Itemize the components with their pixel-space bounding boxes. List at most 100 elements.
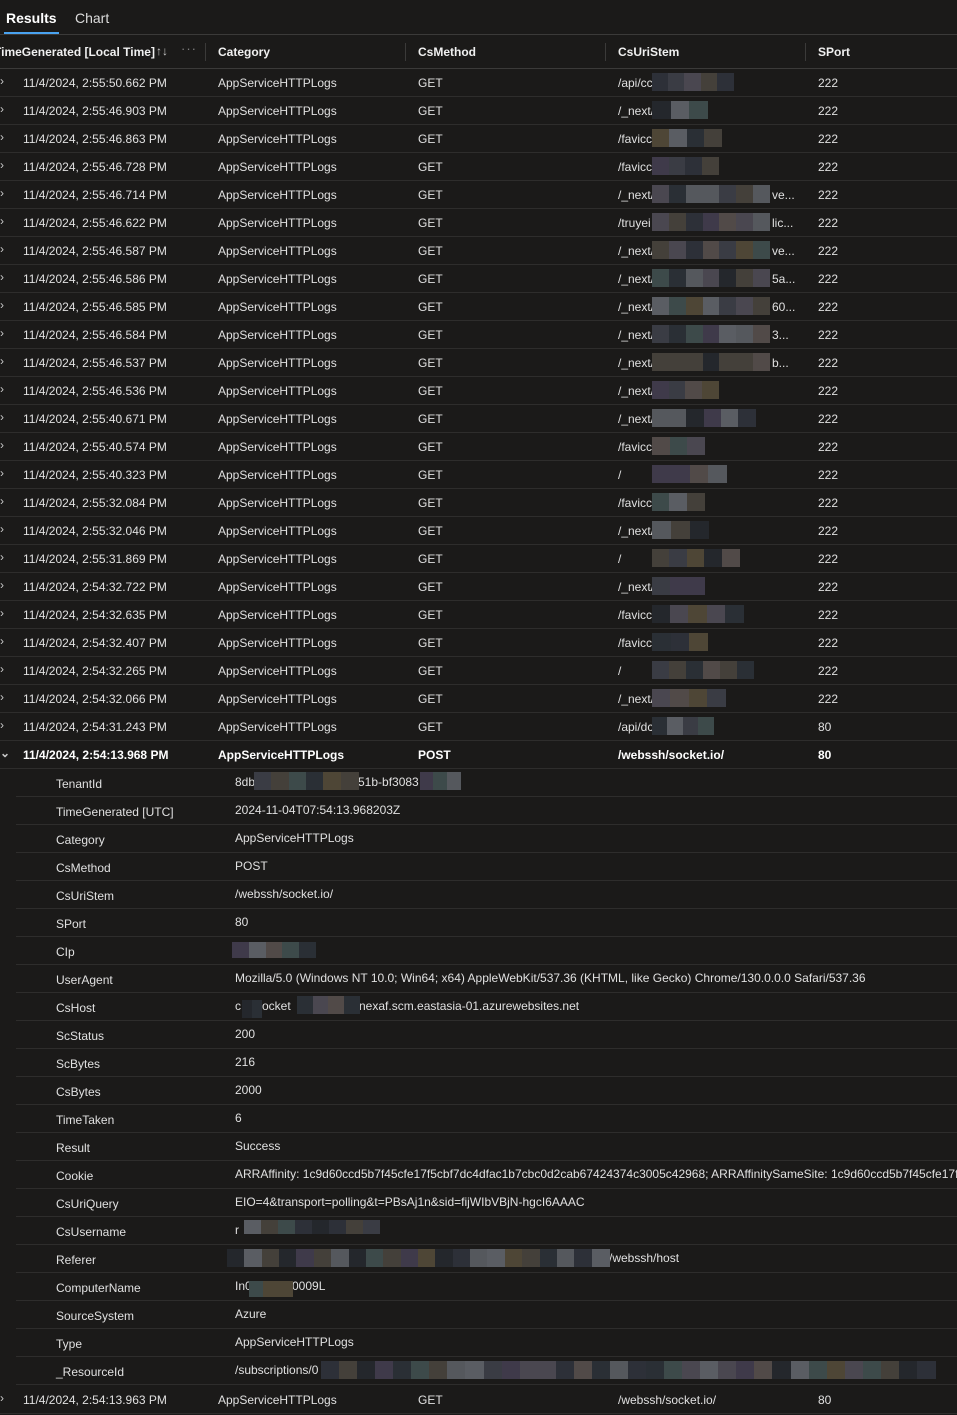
sort-arrows-icon[interactable]: ↑↓ (156, 44, 168, 58)
table-row[interactable]: › 11/4/2024, 2:54:32.407 PM AppServiceHTTP… (0, 629, 957, 657)
chevron-right-icon[interactable]: › (0, 186, 4, 200)
redacted-block (323, 772, 342, 790)
table-row[interactable]: › 11/4/2024, 2:55:46.584 PM AppServiceHTTP… (0, 321, 957, 349)
cell-time: 11/4/2024, 2:54:32.722 PM (23, 580, 167, 594)
detail-value[interactable]: Success (235, 1139, 957, 1153)
table-row[interactable]: › 11/4/2024, 2:55:40.574 PM AppServiceHTTP… (0, 433, 957, 461)
chevron-right-icon[interactable]: › (0, 662, 4, 676)
detail-value-part[interactable]: ocket (262, 999, 291, 1013)
chevron-right-icon[interactable]: › (0, 690, 4, 704)
detail-value[interactable]: 200 (235, 1027, 957, 1041)
column-header-method[interactable]: CsMethod (418, 45, 476, 59)
detail-value[interactable]: ARRAffinity: 1c9d60ccd5b7f45cfe17f5cbf7d… (235, 1167, 957, 1181)
chevron-right-icon[interactable]: › (0, 214, 4, 228)
detail-value[interactable]: c (235, 999, 241, 1013)
detail-value[interactable]: 80 (235, 915, 957, 929)
chevron-right-icon[interactable]: › (0, 634, 4, 648)
table-row[interactable]: › 11/4/2024, 2:55:40.323 PM AppServiceHTTP… (0, 461, 957, 489)
detail-value[interactable]: 8db (235, 775, 255, 789)
table-row[interactable]: › 11/4/2024, 2:55:31.869 PM AppServiceHTTP… (0, 545, 957, 573)
detail-value[interactable]: 2000 (235, 1083, 957, 1097)
chevron-right-icon[interactable]: › (0, 606, 4, 620)
table-row[interactable]: › 11/4/2024, 2:55:40.671 PM AppServiceHTTP… (0, 405, 957, 433)
chevron-right-icon[interactable]: › (0, 270, 4, 284)
column-header-uri[interactable]: CsUriStem (618, 45, 679, 59)
column-divider[interactable] (805, 43, 806, 61)
chevron-right-icon[interactable]: › (0, 1391, 4, 1405)
detail-value[interactable]: AppServiceHTTPLogs (235, 831, 957, 845)
table-row[interactable]: › 11/4/2024, 2:55:32.084 PM AppServiceHTTP… (0, 489, 957, 517)
column-header-time[interactable]: TimeGenerated [Local Time] (0, 45, 155, 59)
table-row[interactable]: › 11/4/2024, 2:55:46.728 PM AppServiceHTTP… (0, 153, 957, 181)
detail-value-part[interactable]: /webssh/host (609, 1251, 679, 1265)
more-icon[interactable]: ··· (181, 41, 197, 56)
cell-method: GET (418, 468, 443, 482)
detail-value-part[interactable]: nexaf.scm.eastasia-01.azurewebsites.net (359, 999, 579, 1013)
chevron-right-icon[interactable]: › (0, 466, 4, 480)
chevron-right-icon[interactable]: › (0, 438, 4, 452)
column-divider[interactable] (605, 43, 606, 61)
chevron-right-icon[interactable]: › (0, 522, 4, 536)
chevron-right-icon[interactable]: › (0, 242, 4, 256)
chevron-right-icon[interactable]: › (0, 130, 4, 144)
table-row[interactable]: › 11/4/2024, 2:54:31.243 PM AppServiceHTTP… (0, 713, 957, 741)
table-row[interactable]: › 11/4/2024, 2:55:50.662 PM AppServiceHTTP… (0, 69, 957, 97)
redacted-block (279, 1249, 298, 1267)
redacted-block (668, 213, 686, 231)
chevron-right-icon[interactable]: › (0, 550, 4, 564)
detail-value[interactable]: Azure (235, 1307, 957, 1321)
cell-category: AppServiceHTTPLogs (218, 132, 337, 146)
tab-chart[interactable]: Chart (75, 10, 109, 26)
chevron-right-icon[interactable]: › (0, 158, 4, 172)
chevron-down-icon[interactable]: ⌄ (0, 746, 10, 760)
detail-row: CIp (16, 937, 957, 965)
tab-results[interactable]: Results (4, 10, 59, 34)
detail-value[interactable]: EIO=4&transport=polling&t=PBsAj1n&sid=fi… (235, 1195, 957, 1209)
table-row[interactable]: › 11/4/2024, 2:55:46.622 PM AppServiceHTTP… (0, 209, 957, 237)
table-row[interactable]: › 11/4/2024, 2:55:46.586 PM AppServiceHTTP… (0, 265, 957, 293)
cell-uri: /favicc (618, 608, 652, 622)
table-row[interactable]: › 11/4/2024, 2:55:46.714 PM AppServiceHTTP… (0, 181, 957, 209)
redacted-block (706, 689, 726, 707)
column-divider[interactable] (205, 43, 206, 61)
table-row[interactable]: › 11/4/2024, 2:54:13.963 PM AppServiceHT… (0, 1386, 957, 1414)
chevron-right-icon[interactable]: › (0, 494, 4, 508)
detail-value[interactable]: 2024-11-04T07:54:13.968203Z (235, 803, 957, 817)
detail-value-part[interactable]: 0009L (292, 1279, 325, 1293)
detail-value[interactable]: 6 (235, 1111, 957, 1125)
table-row[interactable]: › 11/4/2024, 2:54:32.722 PM AppServiceHTTP… (0, 573, 957, 601)
table-row[interactable]: › 11/4/2024, 2:55:46.585 PM AppServiceHTTP… (0, 293, 957, 321)
column-divider[interactable] (405, 43, 406, 61)
table-row[interactable]: › 11/4/2024, 2:54:32.635 PM AppServiceHTTP… (0, 601, 957, 629)
chevron-right-icon[interactable]: › (0, 326, 4, 340)
chevron-right-icon[interactable]: › (0, 298, 4, 312)
chevron-right-icon[interactable]: › (0, 74, 4, 88)
table-row[interactable]: › 11/4/2024, 2:54:32.066 PM AppServiceHTTP… (0, 685, 957, 713)
column-header-category[interactable]: Category (218, 45, 270, 59)
detail-value[interactable]: /webssh/socket.io/ (235, 887, 957, 901)
chevron-right-icon[interactable]: › (0, 102, 4, 116)
table-row[interactable]: › 11/4/2024, 2:55:46.537 PM AppServiceHTTP… (0, 349, 957, 377)
chevron-right-icon[interactable]: › (0, 718, 4, 732)
table-row[interactable]: › 11/4/2024, 2:54:32.265 PM AppServiceHTTP… (0, 657, 957, 685)
chevron-right-icon[interactable]: › (0, 382, 4, 396)
cell-time: 11/4/2024, 2:55:46.537 PM (23, 356, 167, 370)
chevron-right-icon[interactable]: › (0, 410, 4, 424)
table-row-expanded[interactable]: ⌄ 11/4/2024, 2:54:13.968 PM AppServiceHT… (0, 741, 957, 769)
table-row[interactable]: › 11/4/2024, 2:55:46.587 PM AppServiceHTTP… (0, 237, 957, 265)
table-row[interactable]: › 11/4/2024, 2:55:46.863 PM AppServiceHTTP… (0, 125, 957, 153)
cell-category: AppServiceHTTPLogs (218, 300, 337, 314)
table-row[interactable]: › 11/4/2024, 2:55:46.903 PM AppServiceHTTP… (0, 97, 957, 125)
cell-category: AppServiceHTTPLogs (218, 216, 337, 230)
chevron-right-icon[interactable]: › (0, 354, 4, 368)
column-header-port[interactable]: SPort (818, 45, 850, 59)
redacted-block (880, 1361, 900, 1379)
chevron-right-icon[interactable]: › (0, 578, 4, 592)
detail-value[interactable]: AppServiceHTTPLogs (235, 1335, 957, 1349)
table-row[interactable]: › 11/4/2024, 2:55:32.046 PM AppServiceHTTP… (0, 517, 957, 545)
detail-value[interactable]: Mozilla/5.0 (Windows NT 10.0; Win64; x64… (235, 971, 957, 985)
detail-value-part[interactable]: 51b-bf3083 (358, 775, 419, 789)
table-row[interactable]: › 11/4/2024, 2:55:46.536 PM AppServiceHTTP… (0, 377, 957, 405)
detail-value[interactable]: POST (235, 859, 957, 873)
detail-value[interactable]: 216 (235, 1055, 957, 1069)
